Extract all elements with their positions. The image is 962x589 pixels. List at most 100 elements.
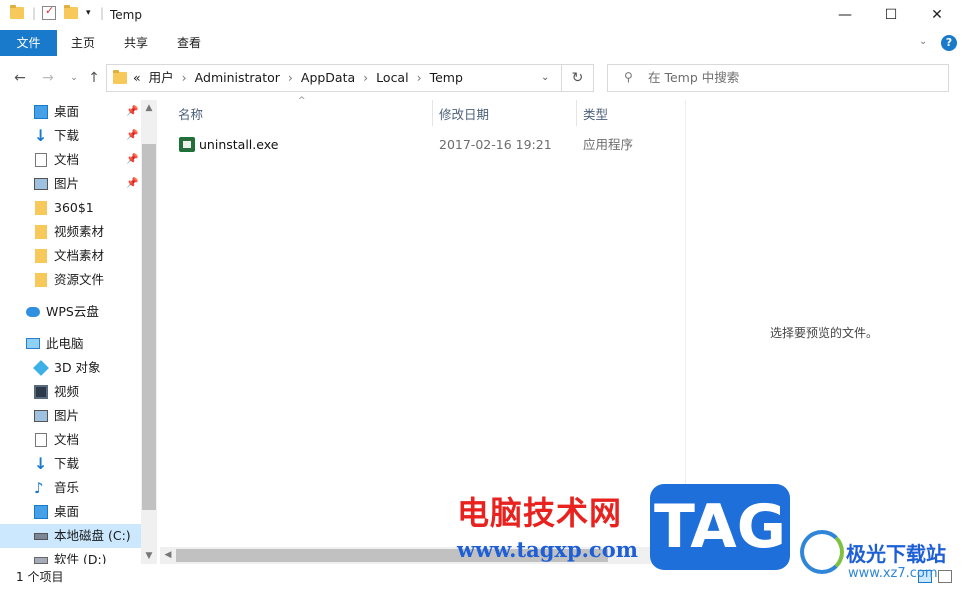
- download-icon: ↓: [34, 454, 48, 473]
- nav-item-downloads[interactable]: ↓ 下载 📌: [0, 124, 141, 148]
- address-bar[interactable]: « 用户 › Administrator › AppData › Local ›…: [106, 64, 562, 92]
- music-icon: ♪: [34, 479, 44, 497]
- download-icon: ↓: [34, 126, 48, 145]
- column-header-date[interactable]: 修改日期: [439, 104, 489, 126]
- drive-icon: [34, 533, 48, 540]
- nav-item-drive-d[interactable]: 软件 (D:): [0, 548, 141, 564]
- refresh-icon: ↻: [571, 70, 584, 86]
- expand-ribbon-chevron-icon[interactable]: ⌄: [919, 36, 927, 47]
- properties-icon[interactable]: ✓: [42, 4, 56, 20]
- up-arrow-icon[interactable]: ↑: [84, 68, 104, 88]
- nav-item-desktop-pc[interactable]: 桌面: [0, 500, 141, 524]
- nav-item-music[interactable]: ♪ 音乐: [0, 476, 141, 500]
- scrollbar-thumb[interactable]: [142, 144, 156, 510]
- close-button[interactable]: ✕: [914, 0, 960, 30]
- nav-item-document-assets[interactable]: 文档素材: [0, 244, 141, 268]
- nav-item-resource-files[interactable]: 资源文件: [0, 268, 141, 292]
- breadcrumb-overflow[interactable]: «: [133, 65, 141, 91]
- recent-locations-chevron-icon[interactable]: ⌄: [64, 68, 84, 88]
- separator: |: [100, 6, 105, 20]
- nav-item-this-pc[interactable]: 此电脑: [0, 332, 141, 356]
- scroll-down-icon[interactable]: ▼: [141, 548, 157, 564]
- picture-icon: [34, 410, 48, 422]
- back-arrow-icon[interactable]: ←: [10, 68, 30, 88]
- item-count: 1 个项目: [16, 570, 64, 584]
- folder-icon: [35, 273, 47, 287]
- chevron-right-icon[interactable]: ›: [363, 65, 368, 91]
- document-icon: [35, 153, 47, 167]
- navigation-scrollbar[interactable]: ▲ ▼: [141, 100, 157, 564]
- nav-item-pictures[interactable]: 图片 📌: [0, 172, 141, 196]
- picture-icon: [34, 178, 48, 190]
- title-bar: | ✓ ▾ | Temp — ☐ ✕: [0, 0, 962, 30]
- nav-item-downloads-pc[interactable]: ↓ 下载: [0, 452, 141, 476]
- 3d-objects-icon: [33, 360, 49, 376]
- watermark-brand-url: www.xz7.com: [848, 566, 938, 581]
- breadcrumb-item-administrator[interactable]: Administrator: [195, 65, 280, 91]
- table-row[interactable]: uninstall.exe 2017-02-16 19:21 应用程序: [172, 134, 682, 156]
- tab-home[interactable]: 主页: [59, 30, 107, 56]
- folder-icon: [35, 225, 47, 239]
- column-header-name[interactable]: 名称: [178, 104, 203, 126]
- preview-message: 选择要预览的文件。: [769, 326, 878, 340]
- folder-icon: [10, 5, 24, 19]
- breadcrumb: « 用户 › Administrator › AppData › Local ›…: [133, 65, 471, 91]
- column-divider[interactable]: [576, 100, 577, 126]
- scroll-left-icon[interactable]: ◀: [160, 547, 176, 564]
- watermark-site-url: www.tagxp.com: [457, 537, 638, 562]
- nav-item-video-assets[interactable]: 视频素材: [0, 220, 141, 244]
- address-history-chevron-icon[interactable]: ⌄: [541, 65, 549, 91]
- nav-item-pictures-pc[interactable]: 图片: [0, 404, 141, 428]
- navigation-pane: 桌面 📌 ↓ 下载 📌 文档 📌 图片 📌 360$1 视频素材 文档素材 资源…: [0, 100, 157, 564]
- desktop-icon: [34, 105, 48, 119]
- tab-view[interactable]: 查看: [165, 30, 213, 56]
- tab-share[interactable]: 共享: [112, 30, 160, 56]
- nav-item-desktop[interactable]: 桌面 📌: [0, 100, 141, 124]
- nav-item-documents-pc[interactable]: 文档: [0, 428, 141, 452]
- search-icon: ⚲: [624, 70, 633, 84]
- breadcrumb-item-temp[interactable]: Temp: [430, 65, 463, 91]
- forward-arrow-icon[interactable]: →: [38, 68, 58, 88]
- window-title: Temp: [110, 8, 142, 22]
- drive-icon: [34, 557, 48, 564]
- tab-file[interactable]: 文件: [0, 30, 57, 56]
- document-icon: [35, 433, 47, 447]
- nav-item-folder-360[interactable]: 360$1: [0, 196, 141, 220]
- breadcrumb-item-local[interactable]: Local: [376, 65, 408, 91]
- sort-ascending-icon: ^: [298, 96, 306, 106]
- chevron-right-icon[interactable]: ›: [417, 65, 422, 91]
- column-divider[interactable]: [432, 100, 433, 126]
- file-name: uninstall.exe: [199, 137, 279, 152]
- file-type: 应用程序: [583, 137, 634, 152]
- exe-file-icon: [179, 137, 195, 152]
- nav-item-videos[interactable]: 视频: [0, 380, 141, 404]
- nav-item-documents[interactable]: 文档 📌: [0, 148, 141, 172]
- chevron-right-icon[interactable]: ›: [288, 65, 293, 91]
- large-icons-view-icon[interactable]: [938, 570, 952, 583]
- customize-toolbar-chevron-icon[interactable]: ▾: [86, 8, 91, 18]
- nav-item-3d-objects[interactable]: 3D 对象: [0, 356, 141, 380]
- ribbon: 文件 主页 共享 查看 ⌄ ?: [0, 30, 962, 56]
- nav-item-drive-c[interactable]: 本地磁盘 (C:): [0, 524, 141, 548]
- maximize-button[interactable]: ☐: [868, 0, 914, 30]
- watermark-site-name: 电脑技术网: [457, 494, 623, 532]
- folder-icon: [113, 70, 127, 84]
- desktop-icon: [34, 505, 48, 519]
- column-header-type[interactable]: 类型: [583, 104, 608, 126]
- search-placeholder: 在 Temp 中搜索: [648, 70, 740, 85]
- new-folder-icon[interactable]: [64, 5, 78, 19]
- chevron-right-icon[interactable]: ›: [182, 65, 187, 91]
- refresh-button[interactable]: ↻: [562, 64, 594, 92]
- nav-item-wps-cloud[interactable]: WPS云盘: [0, 300, 141, 324]
- minimize-button[interactable]: —: [822, 0, 868, 30]
- search-input[interactable]: ⚲ 在 Temp 中搜索: [607, 64, 949, 92]
- pin-icon: 📌: [126, 106, 139, 117]
- separator: |: [32, 6, 37, 20]
- video-icon: [34, 385, 48, 399]
- scroll-up-icon[interactable]: ▲: [141, 100, 157, 116]
- pin-icon: 📌: [126, 154, 139, 165]
- breadcrumb-item-appdata[interactable]: AppData: [301, 65, 355, 91]
- breadcrumb-item-users[interactable]: 用户: [149, 65, 174, 91]
- watermark-brand: 极光下载站: [846, 542, 946, 566]
- help-icon[interactable]: ?: [941, 35, 957, 51]
